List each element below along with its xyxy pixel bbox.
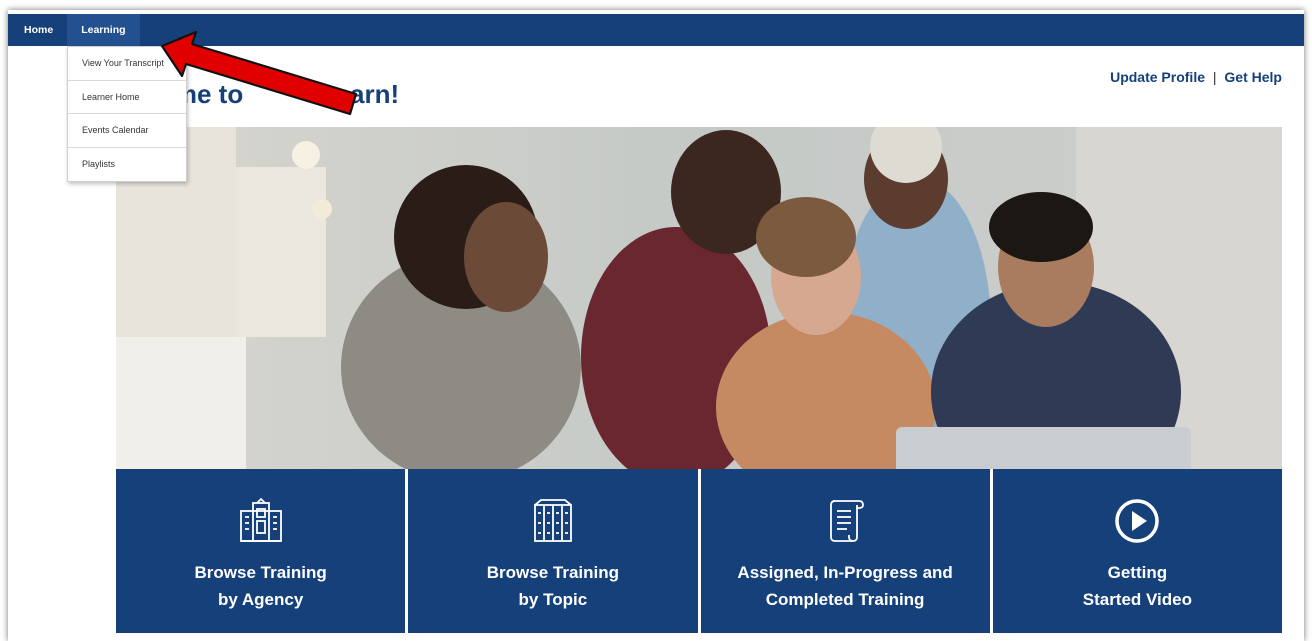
tile-label: Getting Started Video: [1083, 559, 1192, 613]
tile-label: Browse Training by Agency: [195, 559, 327, 613]
tile-assigned-training[interactable]: Assigned, In-Progress and Completed Trai…: [700, 469, 993, 633]
link-separator: |: [1212, 69, 1217, 85]
page-frame: Home Learning View Your Transcript Learn…: [8, 10, 1304, 641]
tile-browse-by-agency[interactable]: Browse Training by Agency: [116, 469, 409, 633]
building-icon: [239, 497, 282, 542]
tile-label-line1: Getting: [1107, 563, 1168, 582]
quick-links: Browse Training by Agency Browse Trainin…: [116, 469, 1282, 633]
tile-label-line2: Started Video: [1082, 590, 1193, 609]
tile-browse-by-topic[interactable]: Browse Training by Topic: [408, 469, 701, 633]
header-links: Update Profile | Get Help: [1110, 69, 1282, 85]
get-help-link[interactable]: Get Help: [1224, 69, 1282, 85]
hero-image: [116, 127, 1282, 469]
play-icon: [1115, 499, 1160, 543]
tile-label-line2: Completed Training: [765, 590, 925, 609]
bookshelf-icon: [533, 499, 572, 542]
tile-label-line1: Assigned, In-Progress and: [737, 563, 953, 582]
tile-label: Browse Training by Topic: [487, 559, 619, 613]
tile-label-line2: by Topic: [518, 590, 588, 609]
annotation-arrow-icon: [160, 30, 358, 116]
scroll-icon: [830, 500, 865, 542]
menu-item-playlists[interactable]: Playlists: [68, 148, 186, 182]
tile-label-line2: by Agency: [217, 590, 304, 609]
nav-home[interactable]: Home: [8, 14, 67, 46]
tile-label-line1: Browse Training: [486, 563, 619, 582]
nav-learning[interactable]: Learning: [67, 14, 140, 46]
tile-label: Assigned, In-Progress and Completed Trai…: [737, 559, 952, 613]
tile-getting-started-video[interactable]: Getting Started Video: [992, 469, 1282, 633]
update-profile-link[interactable]: Update Profile: [1110, 69, 1205, 85]
tile-label-line1: Browse Training: [194, 563, 327, 582]
